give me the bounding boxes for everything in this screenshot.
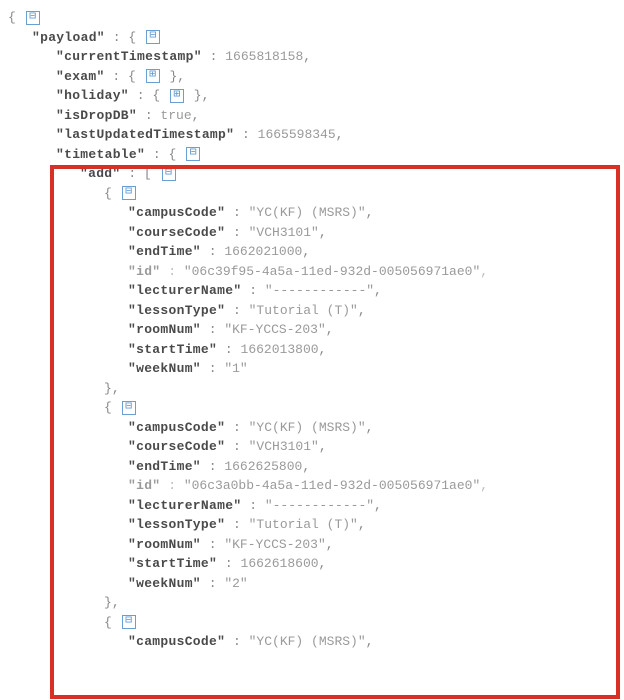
courseCode-line: "courseCode" : "VCH3101",: [8, 223, 616, 243]
collapse-icon[interactable]: ⊟: [122, 186, 136, 200]
weekNum-line: "weekNum" : "2": [8, 574, 616, 594]
array-item-open: { ⊟: [8, 184, 616, 204]
campusCode-line: "campusCode" : "YC(KF) (MSRS)",: [8, 203, 616, 223]
key-timetable: "timetable": [56, 147, 145, 162]
collapse-icon[interactable]: ⊟: [146, 30, 160, 44]
lastUpdatedTimestamp-line: "lastUpdatedTimestamp" : 1665598345,: [8, 125, 616, 145]
exam-line: "exam" : { ⊞ },: [8, 67, 616, 87]
val-currentTimestamp: 1665818158: [225, 49, 303, 64]
campusCode-line: "campusCode" : "YC(KF) (MSRS)",: [8, 632, 616, 652]
id-line: "id" : "06c3a0bb-4a5a-11ed-932d-00505697…: [8, 476, 616, 496]
payload-line: "payload" : { ⊟: [8, 28, 616, 48]
val-lastUpdatedTimestamp: 1665598345: [258, 127, 336, 142]
campusCode-line: "campusCode" : "YC(KF) (MSRS)",: [8, 418, 616, 438]
val-isDropDB: true: [160, 108, 191, 123]
array-item-open: { ⊟: [8, 613, 616, 633]
collapse-icon[interactable]: ⊟: [26, 11, 40, 25]
key-exam: "exam": [56, 69, 105, 84]
courseCode-line: "courseCode" : "VCH3101",: [8, 437, 616, 457]
expand-icon[interactable]: ⊞: [170, 89, 184, 103]
collapse-icon[interactable]: ⊟: [162, 167, 176, 181]
array-item-open: { ⊟: [8, 398, 616, 418]
weekNum-line: "weekNum" : "1": [8, 359, 616, 379]
key-add: "add": [80, 166, 121, 181]
endTime-line: "endTime" : 1662625800,: [8, 457, 616, 477]
collapse-icon[interactable]: ⊟: [122, 615, 136, 629]
array-item-close: },: [8, 379, 616, 399]
json-root-open: { ⊟: [8, 8, 616, 28]
collapse-icon[interactable]: ⊟: [186, 147, 200, 161]
add-line: "add" : [ ⊟: [8, 164, 616, 184]
lessonType-line: "lessonType" : "Tutorial (T)",: [8, 515, 616, 535]
key-payload: "payload": [32, 30, 105, 45]
timetable-line: "timetable" : { ⊟: [8, 145, 616, 165]
lecturerName-line: "lecturerName" : "------------",: [8, 281, 616, 301]
currentTimestamp-line: "currentTimestamp" : 1665818158,: [8, 47, 616, 67]
endTime-line: "endTime" : 1662021000,: [8, 242, 616, 262]
key-currentTimestamp: "currentTimestamp": [56, 49, 202, 64]
isDropDB-line: "isDropDB" : true,: [8, 106, 616, 126]
lecturerName-line: "lecturerName" : "------------",: [8, 496, 616, 516]
id-line: "id" : "06c39f95-4a5a-11ed-932d-00505697…: [8, 262, 616, 282]
roomNum-line: "roomNum" : "KF-YCCS-203",: [8, 320, 616, 340]
brace-open: {: [8, 10, 16, 25]
key-isDropDB: "isDropDB": [56, 108, 137, 123]
roomNum-line: "roomNum" : "KF-YCCS-203",: [8, 535, 616, 555]
array-item-close: },: [8, 593, 616, 613]
expand-icon[interactable]: ⊞: [146, 69, 160, 83]
collapse-icon[interactable]: ⊟: [122, 401, 136, 415]
key-lastUpdatedTimestamp: "lastUpdatedTimestamp": [56, 127, 234, 142]
startTime-line: "startTime" : 1662013800,: [8, 340, 616, 360]
key-holiday: "holiday": [56, 88, 129, 103]
startTime-line: "startTime" : 1662618600,: [8, 554, 616, 574]
holiday-line: "holiday" : { ⊞ },: [8, 86, 616, 106]
lessonType-line: "lessonType" : "Tutorial (T)",: [8, 301, 616, 321]
